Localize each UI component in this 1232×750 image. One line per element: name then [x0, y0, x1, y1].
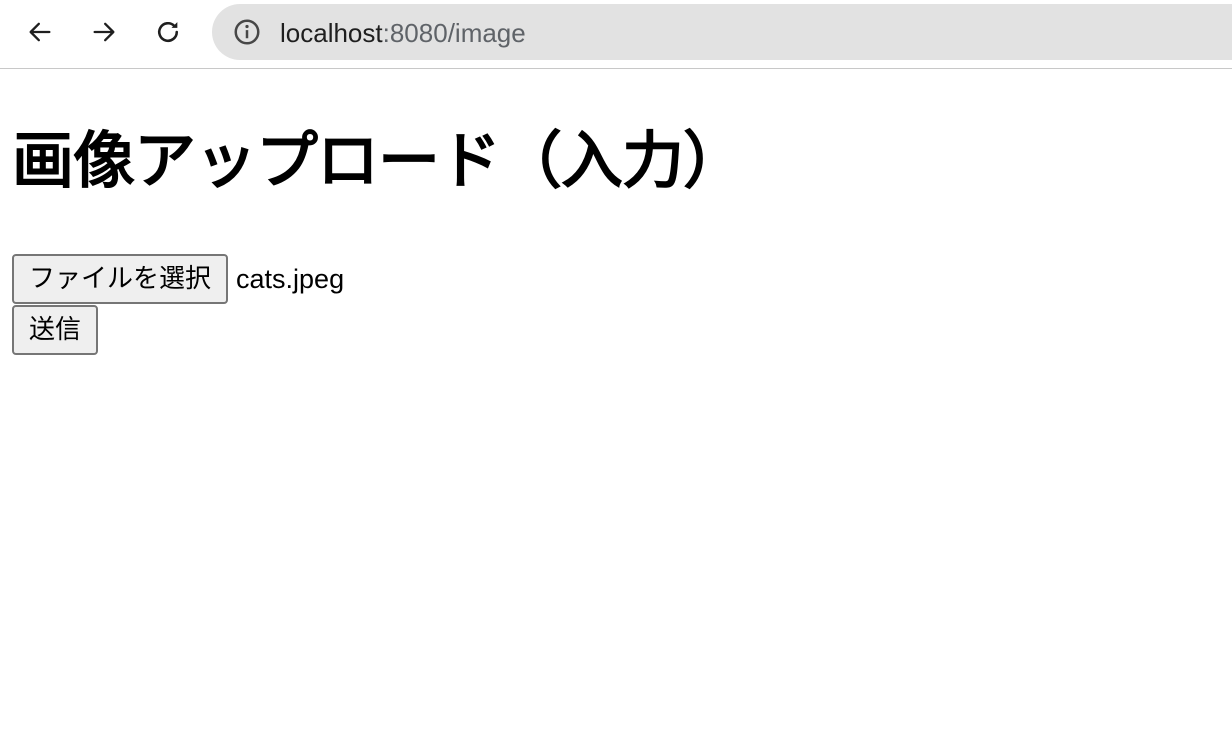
address-bar[interactable]: localhost:8080/image [212, 4, 1232, 60]
arrow-right-icon [93, 22, 115, 42]
submit-button[interactable]: 送信 [12, 305, 99, 355]
back-button[interactable] [20, 12, 60, 52]
url-path: :8080/image [382, 18, 526, 48]
reload-button[interactable] [148, 12, 188, 52]
forward-button[interactable] [84, 12, 124, 52]
file-input[interactable]: ファイルを選択 cats.jpeg [12, 254, 344, 304]
url-text[interactable]: localhost:8080/image [280, 18, 526, 48]
arrow-left-icon [29, 22, 51, 42]
selected-file-name: cats.jpeg [236, 264, 345, 294]
choose-file-button[interactable]: ファイルを選択 [12, 254, 229, 304]
browser-toolbar: localhost:8080/image [0, 0, 1232, 69]
url-host: localhost [280, 18, 383, 48]
page-title: 画像アップロード（入力） [12, 124, 745, 197]
reload-icon [158, 21, 179, 43]
info-icon[interactable] [232, 17, 262, 47]
submit-row: 送信 [12, 305, 99, 355]
